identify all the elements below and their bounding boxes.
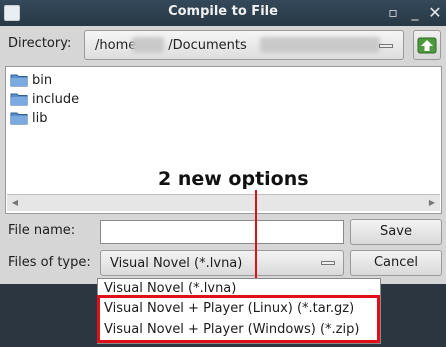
redacted-username bbox=[132, 37, 164, 53]
dropdown-option[interactable]: Visual Novel (*.lvna) bbox=[104, 281, 236, 296]
files-of-type-dropdown[interactable]: Visual Novel (*.lvna) Visual Novel + Pla… bbox=[97, 278, 381, 344]
file-name-label: File name: bbox=[8, 223, 76, 238]
folder-icon bbox=[10, 93, 28, 106]
list-item[interactable]: bin bbox=[10, 71, 52, 89]
list-item[interactable]: lib bbox=[10, 109, 47, 127]
files-of-type-select[interactable]: Visual Novel (*.lvna) bbox=[100, 250, 344, 276]
title-bar: Compile to File ▫ _ ✕ bbox=[0, 0, 446, 26]
close-button[interactable]: ✕ bbox=[426, 4, 444, 22]
horizontal-scrollbar[interactable]: ◀ ▶ bbox=[7, 194, 440, 211]
maximize-button[interactable]: ▫ bbox=[384, 4, 402, 22]
scroll-left-icon[interactable]: ◀ bbox=[9, 197, 21, 209]
directory-path-start: /home bbox=[95, 38, 137, 53]
dropdown-arrow-icon bbox=[321, 261, 335, 265]
redacted-path bbox=[260, 37, 380, 53]
file-name-text: include bbox=[32, 91, 80, 107]
scroll-right-icon[interactable]: ▶ bbox=[426, 197, 438, 209]
annotation-label: 2 new options bbox=[158, 168, 309, 190]
dropdown-option[interactable]: Visual Novel + Player (Linux) (*.tar.gz) bbox=[104, 301, 354, 316]
folder-up-icon bbox=[417, 37, 437, 54]
directory-label: Directory: bbox=[8, 36, 72, 51]
file-name-text: bin bbox=[32, 72, 53, 88]
files-of-type-selected: Visual Novel (*.lvna) bbox=[110, 256, 243, 271]
folder-icon bbox=[10, 74, 28, 87]
directory-path: /home/Documents bbox=[95, 38, 247, 53]
list-item[interactable]: include bbox=[10, 90, 79, 108]
directory-path-mid: /Documents bbox=[168, 38, 247, 53]
folder-icon bbox=[10, 112, 28, 125]
compile-to-file-dialog: Compile to File ▫ _ ✕ Directory: /home/D… bbox=[0, 0, 446, 292]
save-button[interactable]: Save bbox=[350, 219, 442, 245]
file-name-input[interactable] bbox=[100, 220, 344, 244]
directory-combo[interactable]: /home/Documents bbox=[84, 30, 404, 60]
files-of-type-label: Files of type: bbox=[8, 255, 91, 270]
parent-directory-button[interactable] bbox=[413, 30, 441, 60]
dropdown-option[interactable]: Visual Novel + Player (Windows) (*.zip) bbox=[104, 322, 359, 337]
cancel-button[interactable]: Cancel bbox=[350, 250, 442, 276]
minimize-button[interactable]: _ bbox=[406, 4, 424, 22]
file-name-text: lib bbox=[32, 110, 48, 126]
window-title: Compile to File bbox=[168, 4, 278, 19]
file-list[interactable]: bin include lib ◀ ▶ bbox=[5, 66, 442, 214]
dropdown-arrow-icon bbox=[379, 44, 393, 48]
